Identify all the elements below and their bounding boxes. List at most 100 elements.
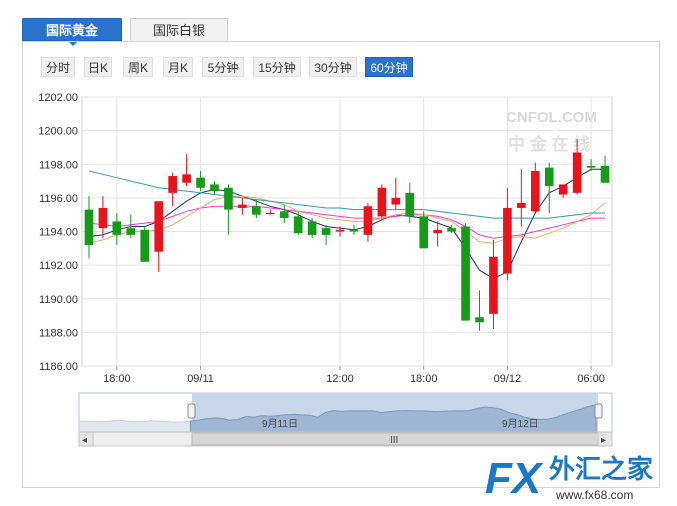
y-tick-label: 1196.00: [39, 193, 78, 205]
y-axis: 1202.00 1200.00 1198.00 1196.00 1194.00 1192.…: [38, 92, 78, 373]
logo-name-text: 外汇之家: [549, 454, 653, 485]
navigator-label-0912: 9月12日: [502, 418, 539, 430]
moving-average-lines: [88, 168, 606, 280]
candle-body: [391, 197, 401, 205]
candle-body: [321, 228, 331, 235]
watermark-cn: 中 金 在 线: [508, 134, 590, 154]
candle-body: [196, 177, 205, 188]
candle: [503, 187, 512, 281]
ma-line-2: [88, 205, 605, 239]
range-navigator[interactable]: 9月11日 9月12日 III ◂ ▸: [78, 392, 613, 447]
candle-body: [544, 167, 554, 187]
candle-body: [154, 201, 164, 252]
candle-body: [307, 221, 317, 235]
candle-body: [279, 211, 289, 219]
candle-body: [126, 228, 136, 235]
x-tick-label: 09/12: [494, 373, 522, 385]
candle-body: [182, 174, 191, 183]
candle: [140, 226, 150, 262]
candle-body: [210, 184, 219, 192]
candle: [210, 181, 219, 195]
candle: [238, 197, 247, 215]
candle-body: [84, 209, 94, 245]
candle-body: [293, 216, 303, 234]
scroll-left-icon: ◂: [82, 435, 87, 446]
candle: [321, 224, 331, 245]
candle: [489, 239, 498, 330]
candle: [600, 155, 610, 183]
candle: [112, 213, 122, 245]
candle: [363, 202, 373, 242]
y-tick-label: 1188.00: [39, 327, 78, 339]
candle-body: [168, 176, 177, 193]
candle-body: [503, 207, 512, 274]
candle: [349, 224, 359, 235]
candle-body: [140, 229, 150, 262]
watermark-brand: CNFOL.COM: [506, 109, 597, 126]
x-tick-label: 12:00: [326, 373, 354, 385]
candle-body: [252, 206, 261, 215]
x-tick-label: 09/11: [187, 373, 214, 385]
y-tick-label: 1194.00: [39, 227, 78, 239]
candle: [224, 184, 233, 235]
ma-line-3: [88, 195, 606, 244]
candle-body: [433, 229, 442, 234]
candle: [293, 211, 303, 235]
logo-fx-text: FX: [485, 454, 544, 503]
candle: [168, 172, 177, 207]
scroll-right-icon: ▸: [601, 435, 606, 446]
candle-body: [530, 170, 540, 212]
x-tick-label: 06:00: [577, 373, 605, 385]
candle-body: [461, 226, 470, 321]
navigator-area-unselected: [78, 419, 191, 433]
candle: [461, 223, 470, 321]
candle-body: [405, 192, 415, 217]
candle-body: [363, 206, 373, 235]
candle: [419, 211, 429, 249]
candle: [475, 290, 484, 331]
candle: [265, 209, 275, 215]
candle: [530, 162, 540, 214]
cnfol-watermark: CNFOL.COM 中 金 在 线: [506, 109, 597, 154]
candlestick-chart: CNFOL.COM 中 金 在 线 1202.001200.001198.001…: [38, 92, 653, 503]
y-tick-label: 1192.00: [39, 260, 78, 272]
candle-body: [377, 187, 387, 217]
ma-line-1: [88, 168, 605, 280]
candle: [391, 177, 401, 210]
ma-line-4: [88, 170, 605, 219]
x-tick-label: 18:00: [410, 373, 438, 385]
scrollbar-grip-icon: III: [390, 435, 398, 446]
candle-body: [586, 165, 596, 168]
y-tick-label: 1198.00: [39, 159, 78, 171]
candle-body: [265, 213, 275, 215]
fx68-logo: FX 外汇之家 www.fx68.com: [485, 454, 653, 503]
candle: [182, 154, 191, 187]
candle: [307, 218, 317, 239]
candle-body: [600, 165, 610, 183]
candle-body: [349, 229, 359, 232]
candle-body: [112, 221, 122, 235]
candle: [154, 201, 164, 272]
y-tick-label: 1186.00: [39, 361, 78, 373]
candles: [84, 139, 610, 331]
y-tick-label: 1200.00: [38, 126, 78, 138]
candle-body: [517, 202, 526, 208]
candle-body: [558, 184, 568, 195]
candle: [544, 162, 554, 214]
candle: [377, 184, 387, 219]
candle-body: [224, 187, 233, 210]
navigator-left-handle[interactable]: [187, 403, 196, 419]
y-tick-label: 1202.00: [38, 92, 78, 104]
navigator-right-handle[interactable]: [594, 403, 603, 419]
candle-body: [419, 216, 429, 249]
candle-body: [98, 207, 108, 229]
logo-url-text: www.fx68.com: [555, 488, 633, 502]
candle: [558, 184, 568, 198]
candle: [84, 196, 94, 259]
candle: [279, 204, 289, 224]
x-axis: 18:00 09/11 12:00 18:00 09/12 06:00: [103, 366, 605, 385]
x-tick-label: 18:00: [103, 373, 131, 385]
candle-body: [572, 152, 582, 193]
candle-body: [238, 204, 247, 208]
candle-body: [335, 229, 345, 232]
